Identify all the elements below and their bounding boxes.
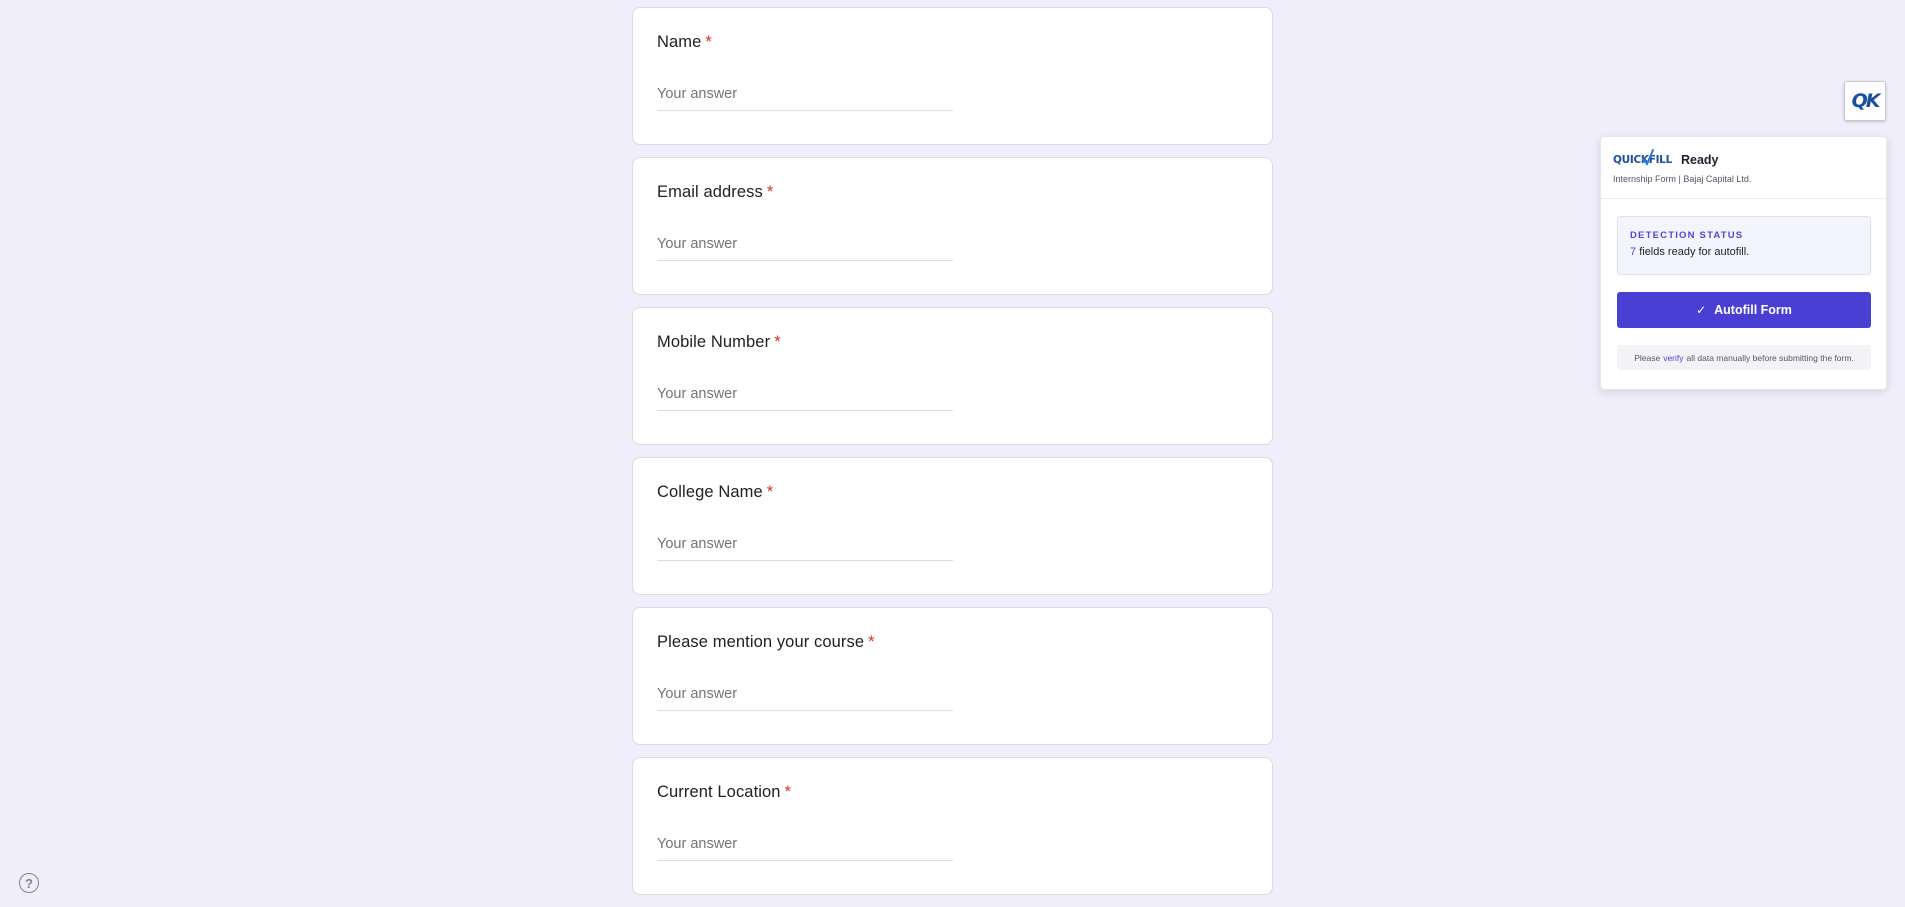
detection-status-label: DETECTION STATUS — [1630, 230, 1744, 241]
required-asterisk: * — [774, 333, 781, 351]
field-count-text: fields ready for autofill. — [1639, 246, 1750, 258]
question-card-name: Name * — [632, 7, 1273, 145]
course-input[interactable] — [657, 683, 953, 711]
question-title: Email address * — [657, 183, 774, 201]
check-logo-icon — [1642, 149, 1654, 166]
quickfill-toggle-button[interactable]: QK — [1844, 81, 1886, 121]
autofill-form-button[interactable]: ✓ Autofill Form — [1617, 292, 1871, 328]
location-input[interactable] — [657, 833, 953, 861]
required-asterisk: * — [766, 183, 774, 201]
question-card-email: Email address * — [632, 157, 1273, 295]
form-name: Internship Form | Bajaj Capital Ltd. — [1613, 174, 1752, 184]
detection-status-line: 7 fields ready for autofill. — [1630, 246, 1858, 258]
verify-link: verify — [1663, 352, 1684, 363]
required-asterisk: * — [705, 33, 712, 51]
question-card-mobile: Mobile Number * — [632, 307, 1273, 445]
question-card-college: College Name * — [632, 457, 1273, 595]
help-icon[interactable]: ? — [19, 873, 39, 893]
college-input[interactable] — [657, 533, 953, 561]
mobile-input[interactable] — [657, 383, 953, 411]
check-icon: ✓ — [1696, 303, 1707, 317]
autofill-button-label: Autofill Form — [1714, 303, 1792, 317]
question-title: Mobile Number * — [657, 333, 781, 351]
verify-note: Please verify all data manually before s… — [1617, 345, 1871, 370]
quickfill-brand-logo: QUICKFILL — [1613, 149, 1672, 166]
question-card-location: Current Location * — [632, 757, 1273, 895]
question-title: College Name * — [657, 483, 774, 501]
detection-status-box: DETECTION STATUS 7 fields ready for auto… — [1617, 216, 1871, 275]
status-text: Ready — [1680, 153, 1719, 167]
required-asterisk: * — [868, 633, 875, 651]
question-title: Please mention your course * — [657, 633, 875, 651]
question-card-course: Please mention your course * — [632, 607, 1273, 745]
panel-header: QUICKFILL Ready Internship Form | Bajaj … — [1601, 137, 1886, 199]
field-count: 7 — [1630, 246, 1637, 258]
brand-row: QUICKFILL Ready — [1613, 149, 1874, 170]
quickfill-panel: QUICKFILL Ready Internship Form | Bajaj … — [1600, 136, 1887, 390]
question-title: Name * — [657, 33, 712, 51]
required-asterisk: * — [784, 783, 792, 801]
question-title: Current Location * — [657, 783, 792, 801]
email-input[interactable] — [657, 233, 953, 261]
name-input[interactable] — [657, 83, 953, 111]
quickfill-logo-icon: QK — [1851, 90, 1881, 112]
required-asterisk: * — [766, 483, 774, 501]
form-questions: Name* Email address* Mobile Number* Coll… — [632, 7, 1273, 907]
